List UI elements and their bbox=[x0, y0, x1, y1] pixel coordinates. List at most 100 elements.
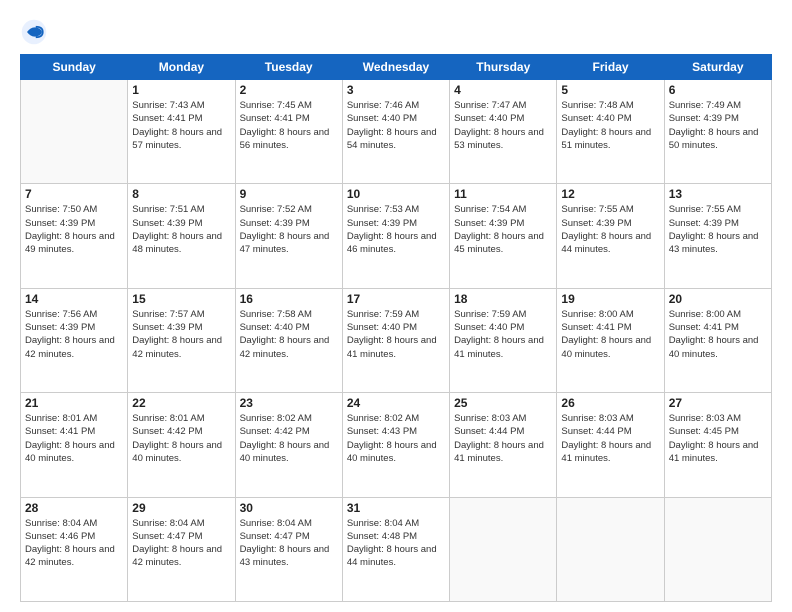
calendar-day-header: Sunday bbox=[21, 55, 128, 80]
day-number: 10 bbox=[347, 187, 445, 201]
calendar-cell: 28 Sunrise: 8:04 AMSunset: 4:46 PMDaylig… bbox=[21, 497, 128, 601]
calendar-week-row: 21 Sunrise: 8:01 AMSunset: 4:41 PMDaylig… bbox=[21, 393, 772, 497]
day-number: 8 bbox=[132, 187, 230, 201]
day-number: 30 bbox=[240, 501, 338, 515]
day-info: Sunrise: 8:03 AMSunset: 4:44 PMDaylight:… bbox=[561, 412, 659, 465]
calendar-cell: 19 Sunrise: 8:00 AMSunset: 4:41 PMDaylig… bbox=[557, 288, 664, 392]
day-number: 13 bbox=[669, 187, 767, 201]
day-number: 16 bbox=[240, 292, 338, 306]
day-number: 25 bbox=[454, 396, 552, 410]
calendar-cell: 26 Sunrise: 8:03 AMSunset: 4:44 PMDaylig… bbox=[557, 393, 664, 497]
calendar-page: SundayMondayTuesdayWednesdayThursdayFrid… bbox=[0, 0, 792, 612]
calendar-cell: 4 Sunrise: 7:47 AMSunset: 4:40 PMDayligh… bbox=[450, 80, 557, 184]
day-number: 4 bbox=[454, 83, 552, 97]
day-info: Sunrise: 8:04 AMSunset: 4:47 PMDaylight:… bbox=[240, 517, 338, 570]
day-info: Sunrise: 8:04 AMSunset: 4:48 PMDaylight:… bbox=[347, 517, 445, 570]
day-info: Sunrise: 7:45 AMSunset: 4:41 PMDaylight:… bbox=[240, 99, 338, 152]
calendar-cell: 7 Sunrise: 7:50 AMSunset: 4:39 PMDayligh… bbox=[21, 184, 128, 288]
day-info: Sunrise: 8:02 AMSunset: 4:43 PMDaylight:… bbox=[347, 412, 445, 465]
calendar-week-row: 28 Sunrise: 8:04 AMSunset: 4:46 PMDaylig… bbox=[21, 497, 772, 601]
calendar-cell: 1 Sunrise: 7:43 AMSunset: 4:41 PMDayligh… bbox=[128, 80, 235, 184]
day-info: Sunrise: 7:53 AMSunset: 4:39 PMDaylight:… bbox=[347, 203, 445, 256]
calendar-week-row: 7 Sunrise: 7:50 AMSunset: 4:39 PMDayligh… bbox=[21, 184, 772, 288]
calendar-cell: 12 Sunrise: 7:55 AMSunset: 4:39 PMDaylig… bbox=[557, 184, 664, 288]
day-number: 9 bbox=[240, 187, 338, 201]
calendar-cell bbox=[557, 497, 664, 601]
day-info: Sunrise: 7:46 AMSunset: 4:40 PMDaylight:… bbox=[347, 99, 445, 152]
day-info: Sunrise: 7:56 AMSunset: 4:39 PMDaylight:… bbox=[25, 308, 123, 361]
day-number: 2 bbox=[240, 83, 338, 97]
calendar-week-row: 14 Sunrise: 7:56 AMSunset: 4:39 PMDaylig… bbox=[21, 288, 772, 392]
day-info: Sunrise: 8:04 AMSunset: 4:47 PMDaylight:… bbox=[132, 517, 230, 570]
day-number: 29 bbox=[132, 501, 230, 515]
calendar-day-header: Tuesday bbox=[235, 55, 342, 80]
calendar-header-row: SundayMondayTuesdayWednesdayThursdayFrid… bbox=[21, 55, 772, 80]
day-number: 5 bbox=[561, 83, 659, 97]
day-number: 26 bbox=[561, 396, 659, 410]
calendar-cell bbox=[21, 80, 128, 184]
day-info: Sunrise: 7:50 AMSunset: 4:39 PMDaylight:… bbox=[25, 203, 123, 256]
calendar-cell: 30 Sunrise: 8:04 AMSunset: 4:47 PMDaylig… bbox=[235, 497, 342, 601]
logo bbox=[20, 18, 52, 46]
day-info: Sunrise: 8:00 AMSunset: 4:41 PMDaylight:… bbox=[669, 308, 767, 361]
day-number: 31 bbox=[347, 501, 445, 515]
calendar-week-row: 1 Sunrise: 7:43 AMSunset: 4:41 PMDayligh… bbox=[21, 80, 772, 184]
calendar-day-header: Monday bbox=[128, 55, 235, 80]
day-number: 15 bbox=[132, 292, 230, 306]
day-number: 20 bbox=[669, 292, 767, 306]
calendar-day-header: Thursday bbox=[450, 55, 557, 80]
day-info: Sunrise: 8:04 AMSunset: 4:46 PMDaylight:… bbox=[25, 517, 123, 570]
day-number: 28 bbox=[25, 501, 123, 515]
calendar-cell: 17 Sunrise: 7:59 AMSunset: 4:40 PMDaylig… bbox=[342, 288, 449, 392]
day-number: 17 bbox=[347, 292, 445, 306]
calendar-cell: 8 Sunrise: 7:51 AMSunset: 4:39 PMDayligh… bbox=[128, 184, 235, 288]
day-info: Sunrise: 8:01 AMSunset: 4:41 PMDaylight:… bbox=[25, 412, 123, 465]
calendar-cell: 24 Sunrise: 8:02 AMSunset: 4:43 PMDaylig… bbox=[342, 393, 449, 497]
day-info: Sunrise: 8:00 AMSunset: 4:41 PMDaylight:… bbox=[561, 308, 659, 361]
day-info: Sunrise: 7:43 AMSunset: 4:41 PMDaylight:… bbox=[132, 99, 230, 152]
day-info: Sunrise: 7:58 AMSunset: 4:40 PMDaylight:… bbox=[240, 308, 338, 361]
calendar-cell: 5 Sunrise: 7:48 AMSunset: 4:40 PMDayligh… bbox=[557, 80, 664, 184]
calendar-cell: 25 Sunrise: 8:03 AMSunset: 4:44 PMDaylig… bbox=[450, 393, 557, 497]
calendar-table: SundayMondayTuesdayWednesdayThursdayFrid… bbox=[20, 54, 772, 602]
calendar-cell: 31 Sunrise: 8:04 AMSunset: 4:48 PMDaylig… bbox=[342, 497, 449, 601]
day-number: 19 bbox=[561, 292, 659, 306]
calendar-cell: 6 Sunrise: 7:49 AMSunset: 4:39 PMDayligh… bbox=[664, 80, 771, 184]
day-number: 23 bbox=[240, 396, 338, 410]
day-number: 1 bbox=[132, 83, 230, 97]
day-info: Sunrise: 7:52 AMSunset: 4:39 PMDaylight:… bbox=[240, 203, 338, 256]
day-number: 6 bbox=[669, 83, 767, 97]
day-number: 3 bbox=[347, 83, 445, 97]
day-number: 27 bbox=[669, 396, 767, 410]
day-info: Sunrise: 7:49 AMSunset: 4:39 PMDaylight:… bbox=[669, 99, 767, 152]
day-info: Sunrise: 7:51 AMSunset: 4:39 PMDaylight:… bbox=[132, 203, 230, 256]
calendar-cell: 3 Sunrise: 7:46 AMSunset: 4:40 PMDayligh… bbox=[342, 80, 449, 184]
day-info: Sunrise: 8:03 AMSunset: 4:44 PMDaylight:… bbox=[454, 412, 552, 465]
calendar-cell: 10 Sunrise: 7:53 AMSunset: 4:39 PMDaylig… bbox=[342, 184, 449, 288]
day-info: Sunrise: 7:47 AMSunset: 4:40 PMDaylight:… bbox=[454, 99, 552, 152]
calendar-day-header: Wednesday bbox=[342, 55, 449, 80]
calendar-cell: 11 Sunrise: 7:54 AMSunset: 4:39 PMDaylig… bbox=[450, 184, 557, 288]
calendar-cell: 23 Sunrise: 8:02 AMSunset: 4:42 PMDaylig… bbox=[235, 393, 342, 497]
calendar-cell: 16 Sunrise: 7:58 AMSunset: 4:40 PMDaylig… bbox=[235, 288, 342, 392]
calendar-cell bbox=[450, 497, 557, 601]
calendar-cell: 15 Sunrise: 7:57 AMSunset: 4:39 PMDaylig… bbox=[128, 288, 235, 392]
day-info: Sunrise: 7:55 AMSunset: 4:39 PMDaylight:… bbox=[561, 203, 659, 256]
day-info: Sunrise: 7:57 AMSunset: 4:39 PMDaylight:… bbox=[132, 308, 230, 361]
day-number: 21 bbox=[25, 396, 123, 410]
logo-icon bbox=[20, 18, 48, 46]
calendar-cell: 14 Sunrise: 7:56 AMSunset: 4:39 PMDaylig… bbox=[21, 288, 128, 392]
day-info: Sunrise: 7:55 AMSunset: 4:39 PMDaylight:… bbox=[669, 203, 767, 256]
calendar-cell: 21 Sunrise: 8:01 AMSunset: 4:41 PMDaylig… bbox=[21, 393, 128, 497]
calendar-cell: 22 Sunrise: 8:01 AMSunset: 4:42 PMDaylig… bbox=[128, 393, 235, 497]
day-info: Sunrise: 7:48 AMSunset: 4:40 PMDaylight:… bbox=[561, 99, 659, 152]
day-info: Sunrise: 7:54 AMSunset: 4:39 PMDaylight:… bbox=[454, 203, 552, 256]
day-info: Sunrise: 8:02 AMSunset: 4:42 PMDaylight:… bbox=[240, 412, 338, 465]
calendar-cell: 9 Sunrise: 7:52 AMSunset: 4:39 PMDayligh… bbox=[235, 184, 342, 288]
calendar-day-header: Saturday bbox=[664, 55, 771, 80]
day-number: 24 bbox=[347, 396, 445, 410]
calendar-cell: 29 Sunrise: 8:04 AMSunset: 4:47 PMDaylig… bbox=[128, 497, 235, 601]
day-number: 12 bbox=[561, 187, 659, 201]
day-number: 14 bbox=[25, 292, 123, 306]
day-number: 22 bbox=[132, 396, 230, 410]
